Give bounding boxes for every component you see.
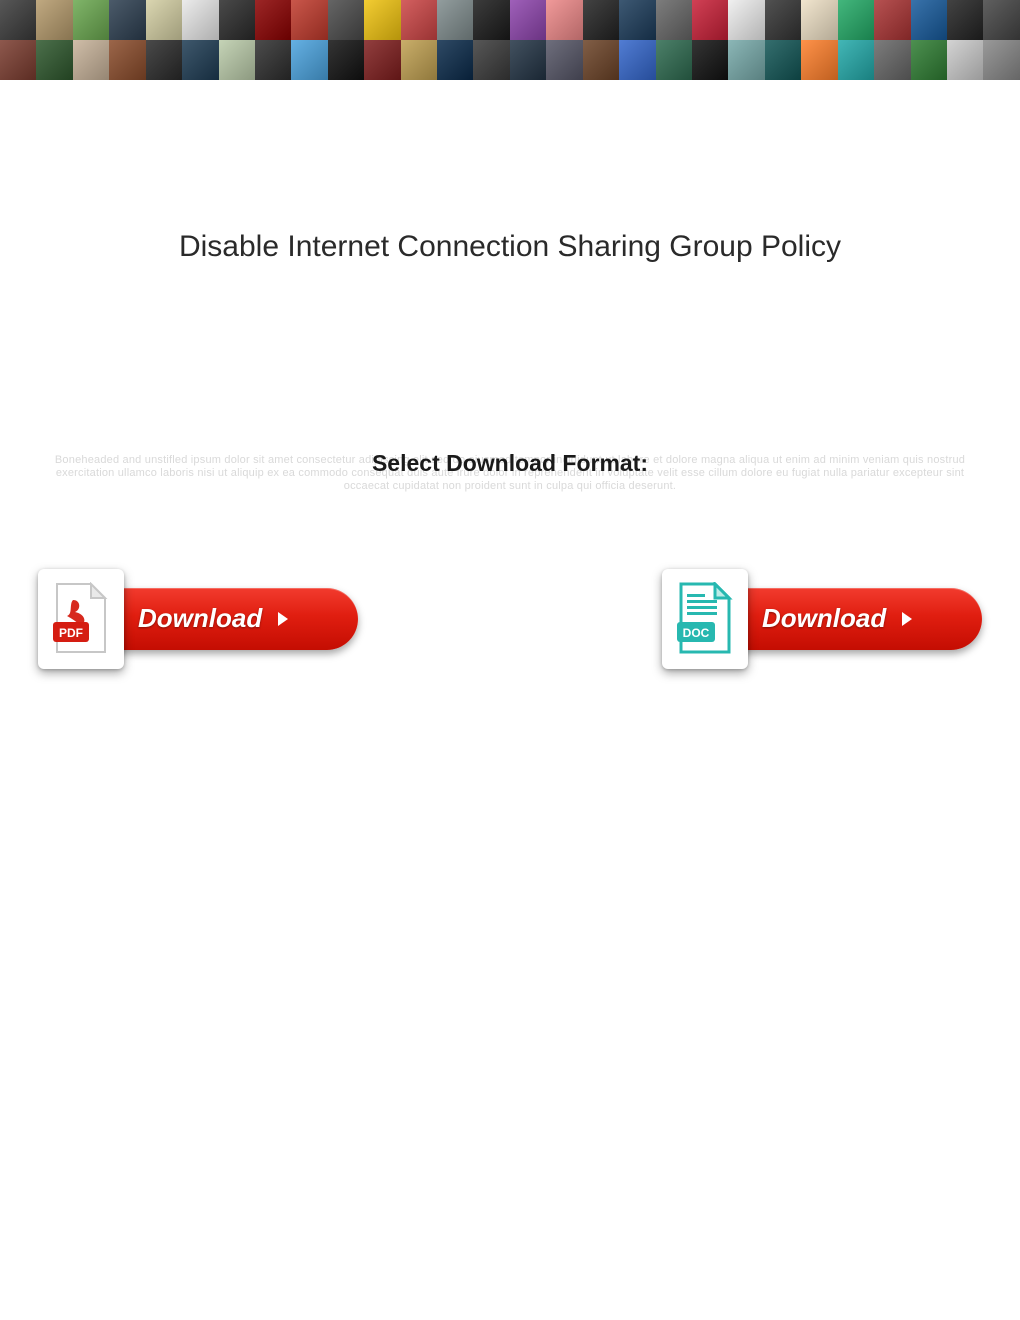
banner-tile <box>109 0 145 40</box>
banner-tile <box>109 40 145 80</box>
banner-tile <box>656 40 692 80</box>
banner-tile <box>983 40 1019 80</box>
banner-tile <box>219 40 255 80</box>
banner-tile <box>291 40 327 80</box>
banner-tile <box>838 40 874 80</box>
banner-tile <box>765 40 801 80</box>
banner-tile <box>874 40 910 80</box>
banner-tile <box>765 0 801 40</box>
banner-tile <box>510 0 546 40</box>
banner-tile <box>656 0 692 40</box>
pdf-file-icon: PDF <box>51 582 111 656</box>
banner-tile <box>437 0 473 40</box>
banner-tile <box>692 0 728 40</box>
banner-tile <box>146 40 182 80</box>
banner-tile <box>146 0 182 40</box>
banner-tile <box>73 40 109 80</box>
banner-tile <box>801 0 837 40</box>
banner-tile <box>801 40 837 80</box>
banner-tile <box>947 0 983 40</box>
banner-row <box>0 40 1020 80</box>
download-arrow-icon <box>898 609 918 629</box>
banner-tile <box>619 40 655 80</box>
banner-tile <box>583 0 619 40</box>
banner-tile <box>546 0 582 40</box>
doc-tag-text: DOC <box>683 626 710 640</box>
download-doc-unit: DOC Download <box>662 569 982 669</box>
banner-tile <box>619 0 655 40</box>
banner-tile <box>36 0 72 40</box>
doc-file-icon-card: DOC <box>662 569 748 669</box>
banner-tile <box>510 40 546 80</box>
banner-tile <box>911 0 947 40</box>
banner-tile <box>219 0 255 40</box>
download-arrow-icon <box>274 609 294 629</box>
download-doc-label: Download <box>762 603 886 634</box>
banner-tile <box>401 0 437 40</box>
banner-tile <box>182 0 218 40</box>
banner-tile <box>473 0 509 40</box>
pdf-tag-text: PDF <box>59 626 83 640</box>
banner-tile <box>437 40 473 80</box>
banner-collage <box>0 0 1020 80</box>
doc-file-icon: DOC <box>675 582 735 656</box>
banner-tile <box>692 40 728 80</box>
banner-tile <box>255 40 291 80</box>
banner-tile <box>947 40 983 80</box>
banner-tile <box>838 0 874 40</box>
page-title: Disable Internet Connection Sharing Grou… <box>0 230 1020 264</box>
banner-tile <box>583 40 619 80</box>
banner-tile <box>73 0 109 40</box>
banner-tile <box>364 40 400 80</box>
banner-tile <box>983 0 1019 40</box>
banner-tile <box>401 40 437 80</box>
banner-tile <box>546 40 582 80</box>
banner-tile <box>728 40 764 80</box>
banner-tile <box>0 40 36 80</box>
pdf-file-icon-card: PDF <box>38 569 124 669</box>
banner-tile <box>0 0 36 40</box>
banner-row <box>0 0 1020 40</box>
banner-tile <box>291 0 327 40</box>
banner-tile <box>728 0 764 40</box>
banner-tile <box>473 40 509 80</box>
download-format-heading: Select Download Format: <box>0 450 1020 477</box>
download-options: PDF Download DOC Downloa <box>0 569 1020 669</box>
banner-tile <box>874 0 910 40</box>
banner-tile <box>328 40 364 80</box>
banner-tile <box>182 40 218 80</box>
banner-tile <box>328 0 364 40</box>
banner-tile <box>364 0 400 40</box>
banner-tile <box>36 40 72 80</box>
intro-block: Boneheaded and unstifled ipsum dolor sit… <box>0 454 1020 494</box>
banner-tile <box>255 0 291 40</box>
download-pdf-label: Download <box>138 603 262 634</box>
download-pdf-unit: PDF Download <box>38 569 358 669</box>
banner-tile <box>911 40 947 80</box>
